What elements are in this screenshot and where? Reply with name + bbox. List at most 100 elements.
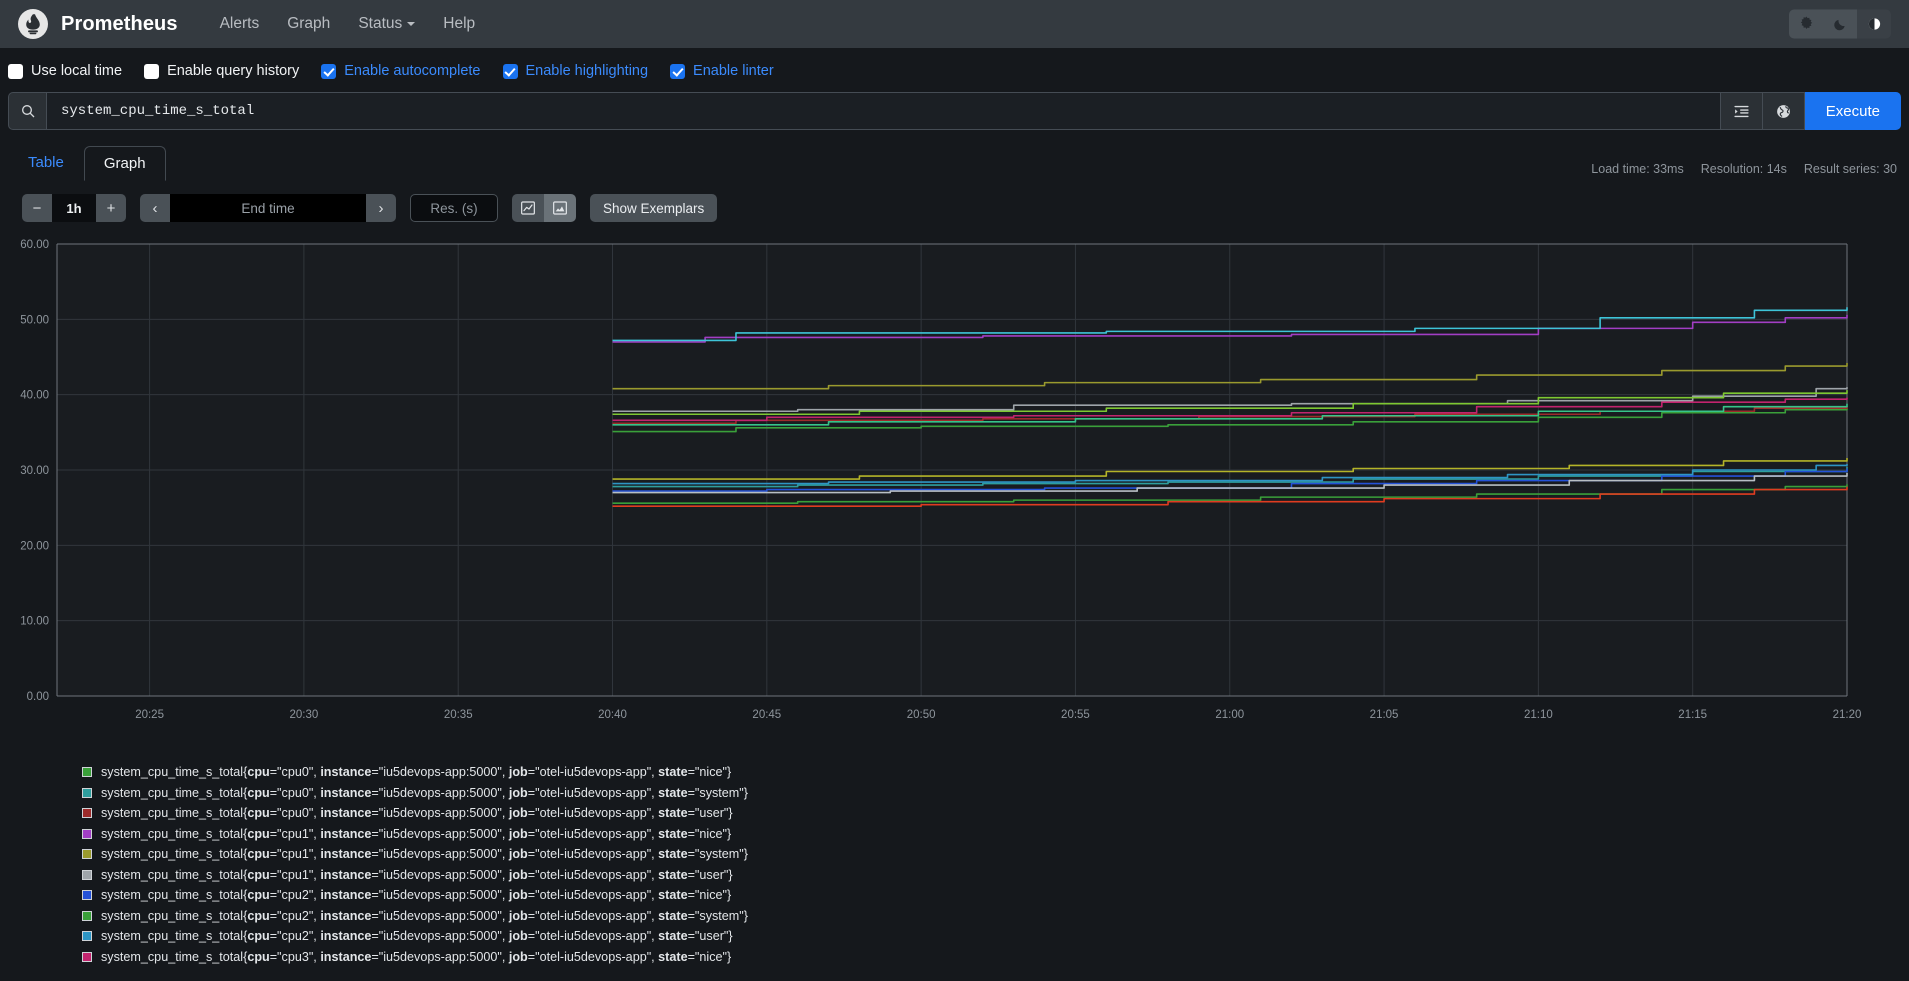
legend-item[interactable]: system_cpu_time_s_total{cpu="cpu1", inst… xyxy=(82,865,1909,886)
chart-type-group xyxy=(512,194,576,222)
nav-link-alerts[interactable]: Alerts xyxy=(206,9,274,39)
decrease-range-button[interactable]: − xyxy=(22,194,52,222)
prometheus-logo-icon xyxy=(18,9,48,39)
nav-link-graph[interactable]: Graph xyxy=(273,9,344,39)
graph-panel: 60.0050.0040.0030.0020.0010.000.0020:252… xyxy=(0,234,1909,754)
legend-item[interactable]: system_cpu_time_s_total{cpu="cpu0", inst… xyxy=(82,762,1909,783)
option-enable-linter[interactable]: Enable linter xyxy=(670,63,774,79)
legend-item[interactable]: system_cpu_time_s_total{cpu="cpu1", inst… xyxy=(82,824,1909,845)
previous-time-button[interactable]: ‹ xyxy=(140,194,170,222)
legend-color-swatch xyxy=(82,952,92,962)
options-row: Use local time Enable query history Enab… xyxy=(0,48,1909,92)
legend-item[interactable]: system_cpu_time_s_total{cpu="cpu0", inst… xyxy=(82,803,1909,824)
svg-text:20:25: 20:25 xyxy=(135,709,164,721)
theme-toggle-group xyxy=(1789,10,1891,39)
enable-autocomplete-label: Enable autocomplete xyxy=(344,63,480,79)
globe-icon[interactable] xyxy=(1763,92,1805,130)
svg-text:50.00: 50.00 xyxy=(20,314,49,326)
legend-series-label: system_cpu_time_s_total{cpu="cpu1", inst… xyxy=(101,847,748,861)
nav-link-help[interactable]: Help xyxy=(429,9,489,39)
legend-series-label: system_cpu_time_s_total{cpu="cpu2", inst… xyxy=(101,909,748,923)
svg-text:10.00: 10.00 xyxy=(20,616,49,628)
nav-links: Alerts Graph Status Help xyxy=(206,9,490,39)
legend-item[interactable]: system_cpu_time_s_total{cpu="cpu0", inst… xyxy=(82,783,1909,804)
increase-range-button[interactable]: + xyxy=(96,194,126,222)
query-input[interactable] xyxy=(46,92,1721,130)
option-use-local-time[interactable]: Use local time xyxy=(8,63,122,79)
format-indent-icon[interactable] xyxy=(1721,92,1763,130)
legend-item[interactable]: system_cpu_time_s_total{cpu="cpu2", inst… xyxy=(82,926,1909,947)
legend-series-label: system_cpu_time_s_total{cpu="cpu0", inst… xyxy=(101,806,733,820)
brand[interactable]: Prometheus xyxy=(18,9,178,39)
svg-text:20:45: 20:45 xyxy=(752,709,781,721)
resolution-input[interactable]: Res. (s) xyxy=(410,194,498,222)
time-series-chart[interactable]: 60.0050.0040.0030.0020.0010.000.0020:252… xyxy=(0,234,1899,754)
svg-text:20:30: 20:30 xyxy=(290,709,319,721)
tab-graph[interactable]: Graph xyxy=(84,146,166,181)
option-enable-autocomplete[interactable]: Enable autocomplete xyxy=(321,63,480,79)
brand-name: Prometheus xyxy=(61,13,178,36)
enable-linter-label: Enable linter xyxy=(693,63,774,79)
stat-resolution: Resolution: 14s xyxy=(1701,162,1787,176)
nav-link-status-label: Status xyxy=(358,15,402,32)
legend-color-swatch xyxy=(82,829,92,839)
svg-text:21:15: 21:15 xyxy=(1678,709,1707,721)
show-exemplars-button[interactable]: Show Exemplars xyxy=(590,194,717,222)
use-local-time-checkbox[interactable] xyxy=(8,64,23,79)
option-enable-query-history[interactable]: Enable query history xyxy=(144,63,299,79)
graph-controls: − 1h + ‹ End time › Res. (s) Show Exempl… xyxy=(0,180,1909,234)
nav-link-status[interactable]: Status xyxy=(344,9,429,39)
enable-highlighting-checkbox[interactable] xyxy=(503,64,518,79)
legend-series-label: system_cpu_time_s_total{cpu="cpu1", inst… xyxy=(101,827,731,841)
enable-autocomplete-checkbox[interactable] xyxy=(321,64,336,79)
svg-text:21:05: 21:05 xyxy=(1370,709,1399,721)
svg-text:21:00: 21:00 xyxy=(1215,709,1244,721)
line-chart-icon[interactable] xyxy=(512,194,544,222)
legend-series-label: system_cpu_time_s_total{cpu="cpu2", inst… xyxy=(101,888,731,902)
enable-highlighting-label: Enable highlighting xyxy=(526,63,649,79)
use-local-time-label: Use local time xyxy=(31,63,122,79)
theme-dark-button[interactable] xyxy=(1823,10,1857,39)
legend-color-swatch xyxy=(82,849,92,859)
legend-color-swatch xyxy=(82,911,92,921)
legend-item[interactable]: system_cpu_time_s_total{cpu="cpu3", inst… xyxy=(82,947,1909,968)
svg-text:21:10: 21:10 xyxy=(1524,709,1553,721)
execute-button[interactable]: Execute xyxy=(1805,92,1901,130)
legend-item[interactable]: system_cpu_time_s_total{cpu="cpu2", inst… xyxy=(82,906,1909,927)
svg-text:0.00: 0.00 xyxy=(27,691,49,703)
svg-text:30.00: 30.00 xyxy=(20,465,49,477)
legend-series-label: system_cpu_time_s_total{cpu="cpu0", inst… xyxy=(101,786,748,800)
legend-color-swatch xyxy=(82,767,92,777)
stacked-area-chart-icon[interactable] xyxy=(544,194,576,222)
svg-text:20:40: 20:40 xyxy=(598,709,627,721)
tab-table[interactable]: Table xyxy=(8,145,84,180)
legend-color-swatch xyxy=(82,788,92,798)
query-bar: Execute xyxy=(0,92,1909,130)
legend-color-swatch xyxy=(82,890,92,900)
enable-query-history-checkbox[interactable] xyxy=(144,64,159,79)
end-time-picker: ‹ End time › xyxy=(140,194,396,222)
next-time-button[interactable]: › xyxy=(366,194,396,222)
stat-result-series: Result series: 30 xyxy=(1804,162,1897,176)
svg-text:20:55: 20:55 xyxy=(1061,709,1090,721)
enable-linter-checkbox[interactable] xyxy=(670,64,685,79)
svg-text:20.00: 20.00 xyxy=(20,540,49,552)
legend-item[interactable]: system_cpu_time_s_total{cpu="cpu1", inst… xyxy=(82,844,1909,865)
option-enable-highlighting[interactable]: Enable highlighting xyxy=(503,63,649,79)
query-stats: Load time: 33ms Resolution: 14s Result s… xyxy=(1591,162,1897,176)
theme-light-button[interactable] xyxy=(1789,10,1823,39)
legend-series-label: system_cpu_time_s_total{cpu="cpu3", inst… xyxy=(101,950,731,964)
theme-auto-button[interactable] xyxy=(1857,10,1891,39)
range-input[interactable]: 1h xyxy=(52,194,96,222)
legend-item[interactable]: system_cpu_time_s_total{cpu="cpu2", inst… xyxy=(82,885,1909,906)
svg-text:60.00: 60.00 xyxy=(20,239,49,251)
legend-color-swatch xyxy=(82,808,92,818)
search-icon[interactable] xyxy=(8,92,46,130)
range-stepper: − 1h + xyxy=(22,194,126,222)
end-time-input[interactable]: End time xyxy=(170,194,366,222)
legend-color-swatch xyxy=(82,870,92,880)
navbar: Prometheus Alerts Graph Status Help xyxy=(0,0,1909,48)
enable-query-history-label: Enable query history xyxy=(167,63,299,79)
legend-series-label: system_cpu_time_s_total{cpu="cpu1", inst… xyxy=(101,868,733,882)
series-legend: system_cpu_time_s_total{cpu="cpu0", inst… xyxy=(0,754,1909,981)
